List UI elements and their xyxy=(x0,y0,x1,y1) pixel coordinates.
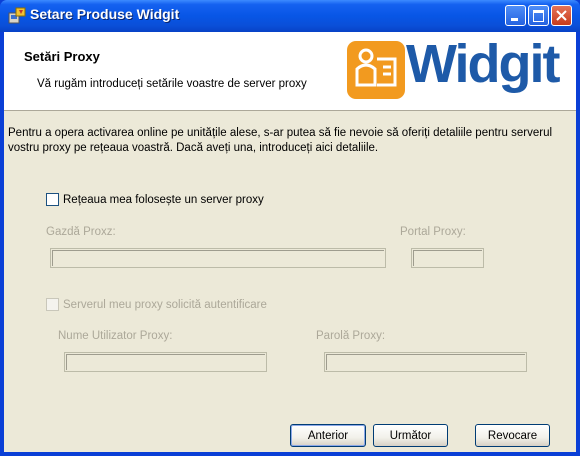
header-band: Setări Proxy Vă rugăm introduceți setări… xyxy=(4,32,576,111)
back-button[interactable]: Anterior xyxy=(290,424,366,447)
description-text: Pentru a opera activarea online pe unită… xyxy=(8,127,553,154)
use-proxy-checkbox-box[interactable] xyxy=(46,193,59,206)
page-title: Setări Proxy xyxy=(24,49,100,64)
proxy-username-field[interactable] xyxy=(64,352,267,372)
page-subtitle: Vă rugăm introduceți setările voastre de… xyxy=(37,78,307,90)
title-bar[interactable]: Setare Produse Widgit xyxy=(0,0,580,32)
setup-window: Setare Produse Widgit Setări Proxy Vă ru… xyxy=(0,0,580,456)
proxy-port-field[interactable] xyxy=(411,248,484,268)
proxy-password-label: Parolă Proxy: xyxy=(316,330,386,342)
maximize-icon[interactable] xyxy=(528,5,549,26)
widgit-logo: Widgit xyxy=(347,34,575,103)
minimize-icon[interactable] xyxy=(505,5,526,26)
proxy-auth-checkbox-box[interactable] xyxy=(46,298,59,311)
proxy-password-field[interactable] xyxy=(324,352,527,372)
proxy-username-label: Nume Utilizator Proxy: xyxy=(58,330,173,342)
cancel-button[interactable]: Revocare xyxy=(475,424,550,447)
next-button[interactable]: Următor xyxy=(373,424,448,447)
proxy-host-field[interactable] xyxy=(50,248,386,268)
use-proxy-checkbox[interactable]: Rețeaua mea folosește un server proxy xyxy=(46,193,264,206)
use-proxy-label[interactable]: Rețeaua mea folosește un server proxy xyxy=(63,194,264,206)
close-icon[interactable] xyxy=(551,5,572,26)
proxy-auth-checkbox[interactable]: Serverul meu proxy solicită autentificar… xyxy=(46,298,267,311)
logo-wordmark: Widgit xyxy=(406,34,560,94)
proxy-host-label: Gazdă Proxz: xyxy=(46,226,116,238)
window-title: Setare Produse Widgit xyxy=(30,6,180,22)
dialog-body: Setări Proxy Vă rugăm introduceți setări… xyxy=(4,32,576,452)
installer-icon xyxy=(8,7,26,24)
proxy-port-label: Portal Proxy: xyxy=(400,226,466,238)
widgit-symbol-icon xyxy=(347,41,405,99)
proxy-auth-label: Serverul meu proxy solicită autentificar… xyxy=(63,298,267,311)
